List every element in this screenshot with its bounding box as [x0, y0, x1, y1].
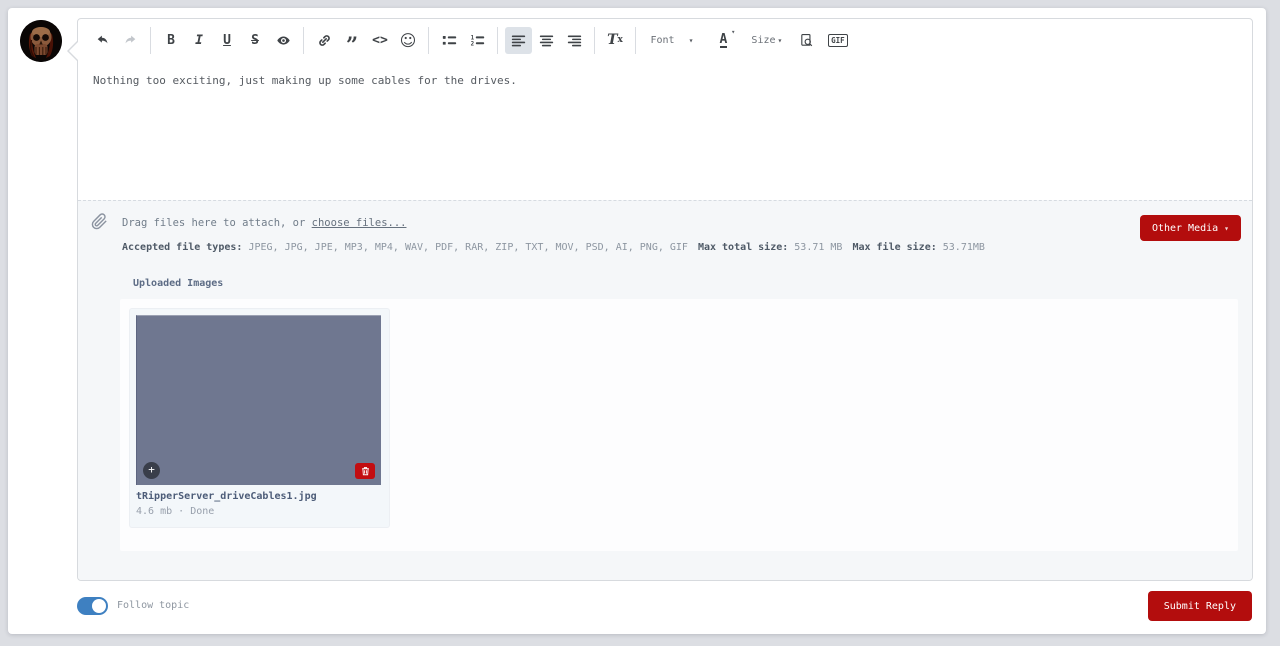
align-center-icon — [539, 35, 553, 46]
undo-button[interactable] — [89, 27, 116, 54]
size-dropdown[interactable]: Size ▾ — [747, 27, 786, 54]
font-dropdown[interactable]: Font ▾ — [643, 27, 702, 54]
eye-icon — [276, 35, 290, 45]
bold-button[interactable]: B — [158, 27, 185, 54]
editor-toolbar: B I U S ” <> ☺ 1 2 T x Font ▾ A ▾ Size ▾… — [78, 19, 1252, 61]
gif-icon: GIF — [828, 33, 848, 47]
italic-button[interactable]: I — [186, 27, 213, 54]
accepted-types-label: Accepted file types: — [122, 242, 243, 253]
attachment-thumbnail: + — [136, 315, 381, 485]
align-left-button[interactable] — [504, 26, 532, 54]
svg-text:2: 2 — [470, 41, 474, 47]
link-button[interactable] — [311, 27, 338, 54]
follow-topic-toggle[interactable] — [77, 597, 108, 615]
smiley-icon: ☺ — [399, 30, 417, 50]
size-dropdown-label: Size — [751, 34, 776, 46]
quote-button[interactable]: ” — [339, 27, 366, 57]
attachment-done-label: Done — [190, 506, 215, 517]
paperclip-icon — [91, 213, 108, 234]
toolbar-separator — [594, 26, 595, 54]
preview-document-button[interactable] — [793, 27, 820, 54]
choose-files-link[interactable]: choose files... — [312, 217, 407, 229]
chevron-down-icon: ▾ — [1224, 223, 1229, 233]
skull-avatar-image — [20, 20, 62, 62]
other-media-button[interactable]: Other Media ▾ — [1139, 215, 1241, 241]
toggle-knob — [92, 599, 106, 613]
separator-dot: · — [178, 506, 185, 517]
strikethrough-icon: S — [251, 32, 259, 48]
code-icon: <> — [372, 32, 388, 48]
bullet-list-icon — [442, 35, 456, 45]
chevron-down-icon: ▾ — [688, 35, 694, 45]
clear-formatting-button[interactable]: Tx — [602, 27, 629, 54]
emoji-button[interactable]: ☺ — [395, 27, 422, 54]
reply-editor-panel: B I U S ” <> ☺ 1 2 T x Font ▾ A ▾ Size ▾… — [8, 8, 1266, 634]
bold-icon: B — [167, 32, 175, 48]
italic-icon: I — [195, 32, 203, 48]
reply-text: Nothing too exciting, just making up som… — [93, 74, 517, 87]
drag-files-text: Drag files here to attach, or choose fil… — [122, 217, 406, 229]
max-file-label: Max file size: — [852, 242, 937, 253]
submit-reply-button[interactable]: Submit Reply — [1147, 591, 1252, 621]
text-color-button[interactable]: A ▾ — [710, 27, 737, 54]
plus-icon: + — [148, 463, 155, 476]
redo-button[interactable] — [117, 27, 144, 54]
text-color-icon: A ▾ — [719, 27, 736, 48]
attachment-meta: tRipperServer_driveCables1.jpg 4.6 mb · … — [130, 485, 389, 527]
other-media-label: Other Media — [1151, 222, 1219, 234]
gif-button[interactable]: GIF — [824, 27, 851, 54]
toolbar-separator — [635, 26, 636, 54]
toolbar-separator — [150, 26, 151, 54]
document-search-icon — [801, 33, 813, 46]
max-file-value: 53.71MB — [936, 242, 985, 253]
align-right-icon — [567, 35, 581, 46]
max-total-label: Max total size: — [697, 242, 789, 253]
clear-formatting-sub: x — [617, 35, 623, 45]
link-icon — [318, 34, 330, 46]
underline-button[interactable]: U — [214, 27, 241, 54]
strikethrough-button[interactable]: S — [242, 27, 269, 54]
toolbar-separator — [303, 26, 304, 54]
uploaded-images-heading: Uploaded Images — [133, 278, 224, 289]
uploaded-images-panel: + tRipperServer_driveCables1.jpg 4.6 mb — [120, 299, 1238, 551]
toolbar-separator — [428, 26, 429, 54]
rich-text-editor: B I U S ” <> ☺ 1 2 T x Font ▾ A ▾ Size ▾… — [67, 18, 1253, 581]
numbered-list-icon: 1 2 — [470, 35, 484, 47]
chevron-down-icon: ▾ — [731, 27, 736, 36]
underline-icon: U — [223, 32, 231, 48]
redo-icon — [125, 35, 135, 43]
user-avatar[interactable] — [20, 20, 62, 62]
follow-topic-label: Follow topic — [117, 600, 190, 611]
align-right-button[interactable] — [561, 27, 588, 54]
editor-content-area[interactable]: Nothing too exciting, just making up som… — [78, 61, 1252, 100]
code-button[interactable]: <> — [367, 27, 394, 54]
toolbar-separator — [497, 26, 498, 54]
preview-eye-button[interactable] — [270, 27, 297, 54]
clear-formatting-icon: T — [607, 32, 618, 48]
trash-icon — [361, 467, 369, 476]
accepted-types-value: JPEG, JPG, JPE, MP3, MP4, WAV, PDF, RAR,… — [242, 242, 688, 253]
max-total-value: 53.71 MB — [788, 242, 843, 253]
undo-icon — [97, 35, 107, 43]
quote-icon: ” — [345, 31, 359, 57]
attachment-drop-zone[interactable]: Drag files here to attach, or choose fil… — [78, 200, 1252, 580]
align-center-button[interactable] — [533, 27, 560, 54]
delete-attachment-button[interactable] — [355, 463, 375, 479]
attachment-filesize: 4.6 mb — [136, 506, 173, 517]
accepted-file-types: Accepted file types: JPEG, JPG, JPE, MP3… — [122, 242, 985, 253]
attachment-card: + tRipperServer_driveCables1.jpg 4.6 mb — [130, 309, 389, 527]
align-left-icon — [511, 35, 525, 46]
font-dropdown-label: Font — [650, 34, 675, 46]
drag-files-label: Drag files here to attach, or — [122, 217, 312, 229]
insert-attachment-button[interactable]: + — [143, 462, 160, 479]
bullet-list-button[interactable] — [436, 27, 463, 54]
numbered-list-button[interactable]: 1 2 — [464, 27, 491, 54]
chevron-down-icon: ▾ — [777, 35, 783, 45]
attachment-filename: tRipperServer_driveCables1.jpg — [136, 491, 317, 502]
attachment-status: 4.6 mb · Done — [136, 506, 383, 517]
